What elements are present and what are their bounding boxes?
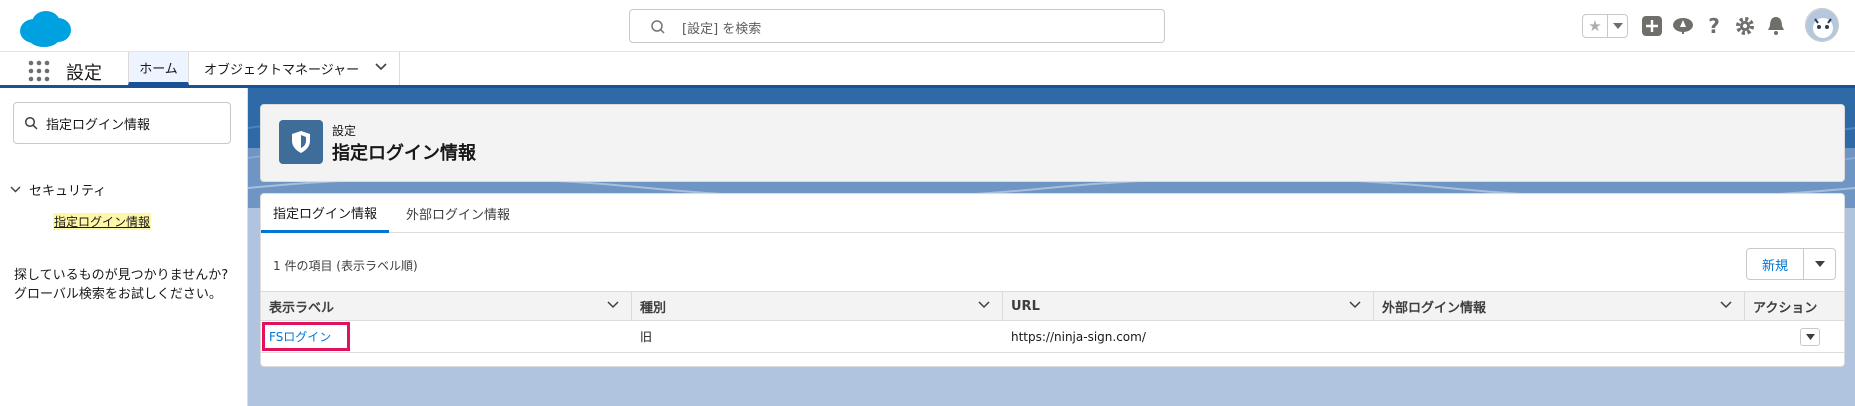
not-found-line-1: 探しているものが見つかりませんか? <box>14 268 229 283</box>
item-count: 1 件の項目 (表示ラベル順) <box>273 259 418 273</box>
chevron-down-icon <box>1814 261 1825 267</box>
global-search-input[interactable]: [設定] を検索 <box>629 9 1165 43</box>
new-button-group: 新規 <box>1746 248 1836 280</box>
app-name: 設定 <box>66 63 102 84</box>
favorites-dropdown[interactable] <box>1607 15 1627 37</box>
chevron-down-icon[interactable] <box>978 301 990 309</box>
tree-section-security[interactable]: セキュリティ <box>10 180 106 199</box>
tab-bar: 指定ログイン情報 外部ログイン情報 <box>261 194 1844 233</box>
tab-label: 指定ログイン情報 <box>272 206 377 222</box>
nav-tab-object-manager[interactable]: オブジェクトマネージャー <box>190 52 400 85</box>
column-header-text: 種別 <box>640 300 667 316</box>
breadcrumb[interactable]: 設定 <box>332 122 356 139</box>
page-header: 設定 指定ログイン情報 <box>260 104 1845 182</box>
new-button-label: 新規 <box>1761 258 1788 274</box>
user-avatar[interactable] <box>1805 8 1839 42</box>
column-header-url[interactable]: URL <box>1003 292 1374 320</box>
not-found-hint: 探しているものが見つかりませんか? グローバル検索をお試しください。 <box>14 266 242 304</box>
cell-url: https://ninja-sign.com/ <box>1011 329 1146 344</box>
column-header-text: URL <box>1011 298 1040 314</box>
app-launcher-icon[interactable] <box>28 60 50 82</box>
chevron-down-icon[interactable] <box>1720 301 1732 309</box>
tab-label: 外部ログイン情報 <box>405 208 510 223</box>
tab-external-credentials[interactable]: 外部ログイン情報 <box>401 194 515 233</box>
nav-tab-home[interactable]: ホーム <box>128 52 189 85</box>
cell-external-credential <box>1374 321 1745 352</box>
tree-item-named-credentials[interactable]: 指定ログイン情報 <box>53 213 152 230</box>
column-header-actions: アクション <box>1745 292 1844 320</box>
column-header-external-credential[interactable]: 外部ログイン情報 <box>1374 292 1745 320</box>
new-button[interactable]: 新規 <box>1746 248 1804 280</box>
setup-sidebar: 指定ログイン情報 セキュリティ 指定ログイン情報 探しているものが見つかりません… <box>0 88 248 406</box>
list-card: 指定ログイン情報 外部ログイン情報 1 件の項目 (表示ラベル順) 新規 表示ラ… <box>260 193 1845 367</box>
quick-find-input[interactable]: 指定ログイン情報 <box>13 102 231 144</box>
search-icon <box>24 116 38 130</box>
column-header-label[interactable]: 表示ラベル <box>261 292 632 320</box>
table-row: FSログイン 旧 https://ninja-sign.com/ <box>261 321 1844 353</box>
new-menu-button[interactable] <box>1804 248 1836 280</box>
shield-icon <box>279 120 323 164</box>
highlight-annotation-box <box>262 322 350 351</box>
bell-icon[interactable] <box>1764 14 1788 38</box>
plus-icon[interactable] <box>1640 14 1664 38</box>
help-icon[interactable]: ? <box>1702 14 1726 38</box>
chevron-down-icon <box>10 186 21 193</box>
search-icon <box>651 20 665 34</box>
row-action-menu-button[interactable] <box>1800 328 1820 346</box>
cell-type: 旧 <box>640 330 653 344</box>
search-placeholder: [設定] を検索 <box>682 22 762 37</box>
column-header-text: 表示ラベル <box>269 300 335 316</box>
trailhead-icon[interactable] <box>1671 14 1695 38</box>
chevron-down-icon <box>1612 23 1623 29</box>
nav-tab-object-manager-label: オブジェクトマネージャー <box>204 63 360 78</box>
global-header: [設定] を検索 ★ ? <box>0 0 1855 52</box>
page-title: 指定ログイン情報 <box>332 143 476 164</box>
table-header: 表示ラベル 種別 URL 外部ログイン情報 アクション <box>261 291 1844 321</box>
favorites-group: ★ <box>1582 14 1628 38</box>
chevron-down-icon[interactable] <box>375 63 387 71</box>
nav-tab-home-label: ホーム <box>139 61 178 77</box>
column-header-type[interactable]: 種別 <box>632 292 1003 320</box>
salesforce-cloud-logo[interactable] <box>14 7 74 49</box>
column-header-text: 外部ログイン情報 <box>1382 300 1487 316</box>
column-header-text: アクション <box>1753 300 1818 316</box>
star-icon[interactable]: ★ <box>1583 15 1607 37</box>
tree-section-label: セキュリティ <box>29 184 107 199</box>
chevron-down-icon <box>1805 334 1815 340</box>
quick-find-value: 指定ログイン情報 <box>46 118 151 133</box>
chevron-down-icon[interactable] <box>1349 301 1361 309</box>
not-found-line-2: グローバル検索をお試しください。 <box>14 287 222 302</box>
app-navigation-bar: 設定 ホーム オブジェクトマネージャー <box>0 52 1855 88</box>
main-content: 設定 指定ログイン情報 指定ログイン情報 外部ログイン情報 1 件の項目 (表示… <box>248 88 1855 406</box>
chevron-down-icon[interactable] <box>607 301 619 309</box>
tab-named-credentials[interactable]: 指定ログイン情報 <box>261 194 389 233</box>
gear-icon[interactable] <box>1733 14 1757 38</box>
